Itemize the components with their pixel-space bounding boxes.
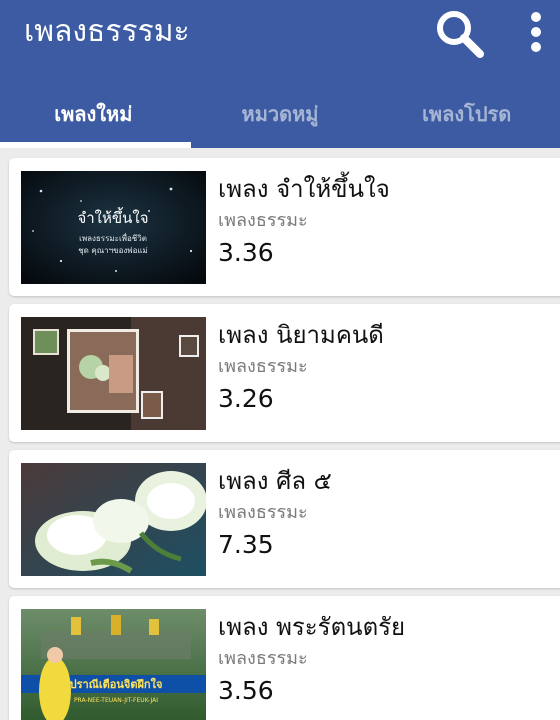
song-card[interactable]: เพลง นิยามคนดี เพลงธรรมะ 3.26 xyxy=(9,304,560,442)
search-button[interactable] xyxy=(432,6,486,60)
song-thumbnail xyxy=(21,463,206,576)
song-card[interactable]: ปราณีเตือนจิตฝึกใจ PRA-NEE-TEUAN-JIT-FEU… xyxy=(9,596,560,720)
song-thumbnail: ปราณีเตือนจิตฝึกใจ PRA-NEE-TEUAN-JIT-FEU… xyxy=(21,609,206,720)
more-vert-icon xyxy=(531,12,541,52)
song-list[interactable]: จำให้ขึ้นใจ เพลงธรรมะเพื่อชีวิต ชุด คุณา… xyxy=(0,148,560,720)
song-title: เพลง จำให้ขึ้นใจ xyxy=(218,175,390,203)
song-category: เพลงธรรมะ xyxy=(218,356,308,377)
svg-text:เพลงธรรมะเพื่อชีวิต: เพลงธรรมะเพื่อชีวิต xyxy=(79,232,147,243)
overflow-menu-button[interactable] xyxy=(520,10,552,56)
svg-text:PRA-NEE-TEUAN-JIT-FEUK-JAI: PRA-NEE-TEUAN-JIT-FEUK-JAI xyxy=(74,697,158,704)
app-bar: เพลงธรรรมะ เพลงใหม่ หมวดหมู่ เพลงโปรด xyxy=(0,0,560,148)
song-card[interactable]: เพลง ศีล ๕ เพลงธรรมะ 7.35 xyxy=(9,450,560,588)
tab-favorites[interactable]: เพลงโปรด xyxy=(373,86,560,142)
song-thumbnail: จำให้ขึ้นใจ เพลงธรรมะเพื่อชีวิต ชุด คุณา… xyxy=(21,171,206,284)
svg-text:ชุด คุณาฯของพ่อแม่: ชุด คุณาฯของพ่อแม่ xyxy=(78,246,148,255)
song-category: เพลงธรรมะ xyxy=(218,648,308,669)
tab-new-songs[interactable]: เพลงใหม่ xyxy=(0,86,187,142)
song-thumbnail xyxy=(21,317,206,430)
song-category: เพลงธรรมะ xyxy=(218,502,308,523)
song-title: เพลง ศีล ๕ xyxy=(218,467,332,495)
song-duration: 3.56 xyxy=(218,676,274,705)
tab-categories[interactable]: หมวดหมู่ xyxy=(187,86,374,142)
song-title: เพลง นิยามคนดี xyxy=(218,321,384,349)
song-title: เพลง พระรัตนตรัย xyxy=(218,613,406,641)
search-icon xyxy=(437,11,484,58)
song-duration: 7.35 xyxy=(218,530,274,559)
song-duration: 3.36 xyxy=(218,238,274,267)
song-category: เพลงธรรมะ xyxy=(218,210,308,231)
song-card[interactable]: จำให้ขึ้นใจ เพลงธรรมะเพื่อชีวิต ชุด คุณา… xyxy=(9,158,560,296)
svg-text:ปราณีเตือนจิตฝึกใจ: ปราณีเตือนจิตฝึกใจ xyxy=(70,677,163,691)
app-title: เพลงธรรรมะ xyxy=(24,14,190,49)
tab-bar: เพลงใหม่ หมวดหมู่ เพลงโปรด xyxy=(0,86,560,142)
svg-text:จำให้ขึ้นใจ: จำให้ขึ้นใจ xyxy=(77,207,148,227)
song-duration: 3.26 xyxy=(218,384,274,413)
